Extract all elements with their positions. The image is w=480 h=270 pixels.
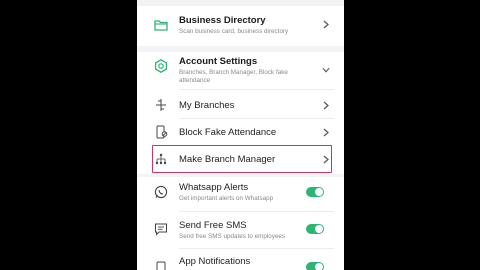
send-free-sms-title: Send Free SMS bbox=[179, 220, 247, 231]
app-notifications-title: App Notifications bbox=[179, 256, 251, 267]
send-free-sms-toggle[interactable] bbox=[306, 224, 324, 234]
send-free-sms-subtitle: Send free SMS updates to employees bbox=[179, 233, 286, 240]
app-notifications-toggle[interactable] bbox=[306, 262, 324, 270]
block-fake-attendance-title: Block Fake Attendance bbox=[179, 127, 277, 138]
chevron-right-icon bbox=[322, 101, 330, 109]
phone-screen: Business Directory Scan business card, b… bbox=[137, 0, 344, 270]
menu-item-whatsapp-alerts[interactable]: Whatsapp Alerts Get important alerts on … bbox=[137, 177, 344, 211]
business-directory-subtitle: Scan business card, business directory bbox=[179, 28, 289, 35]
divider bbox=[179, 211, 334, 212]
menu-item-my-branches[interactable]: My Branches bbox=[137, 92, 344, 118]
branch-icon bbox=[153, 97, 169, 113]
business-directory-title: Business Directory bbox=[179, 15, 266, 26]
sms-icon bbox=[153, 221, 169, 237]
menu-item-block-fake-attendance[interactable]: Block Fake Attendance bbox=[137, 119, 344, 145]
menu-item-app-notifications[interactable]: App Notifications bbox=[137, 250, 344, 270]
chevron-down-icon bbox=[322, 66, 330, 74]
chevron-right-icon bbox=[322, 128, 330, 136]
chevron-right-icon bbox=[322, 20, 330, 28]
whatsapp-alerts-title: Whatsapp Alerts bbox=[179, 182, 249, 193]
menu-item-business-directory[interactable]: Business Directory Scan business card, b… bbox=[137, 6, 344, 46]
menu-item-send-free-sms[interactable]: Send Free SMS Send free SMS updates to e… bbox=[137, 213, 344, 247]
menu-item-account-settings[interactable]: Account Settings Branches, Branch Manage… bbox=[137, 52, 344, 89]
selection-highlight bbox=[152, 145, 332, 173]
account-settings-subtitle: Branches, Branch Manager, Block fake att… bbox=[179, 69, 288, 84]
divider bbox=[179, 89, 334, 90]
account-settings-title: Account Settings bbox=[179, 56, 258, 67]
folder-icon bbox=[153, 17, 169, 33]
phone-block-icon bbox=[153, 124, 169, 140]
my-branches-title: My Branches bbox=[179, 100, 235, 111]
divider bbox=[179, 248, 334, 249]
gear-icon bbox=[153, 58, 169, 74]
whatsapp-alerts-toggle[interactable] bbox=[306, 187, 324, 197]
whatsapp-alerts-subtitle: Get important alerts on Whatsapp bbox=[179, 195, 274, 202]
bell-icon bbox=[153, 260, 169, 270]
whatsapp-icon bbox=[153, 184, 169, 200]
